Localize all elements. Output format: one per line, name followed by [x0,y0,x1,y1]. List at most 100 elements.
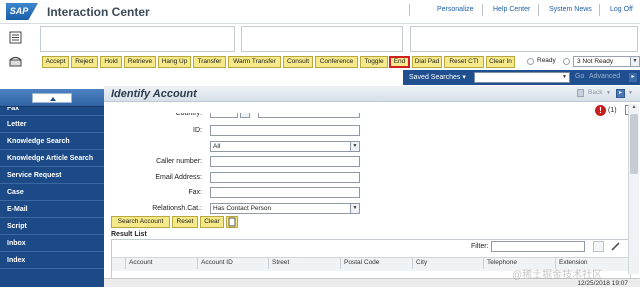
column-street[interactable]: Street [268,257,340,269]
header-bar: SAP Interaction Center Personalize Help … [0,0,640,24]
id-input[interactable] [210,125,360,136]
email-input[interactable] [210,172,360,183]
chevron-down-icon: ▼ [560,73,569,82]
end-button[interactable]: End [389,56,410,68]
nav-item-letter[interactable]: Letter [0,117,104,133]
id-label: ID: [193,127,202,134]
column-account[interactable]: Account [125,257,197,269]
result-list-title: Result List [111,231,147,238]
relationship-label: Relationsh.Cat.: [152,205,202,212]
nav-item-index[interactable]: Index [0,253,104,269]
log-off-link[interactable]: Log Off [610,6,633,13]
forward-icon[interactable]: ▸ [616,89,625,98]
hang-up-button[interactable]: Hang Up [158,56,191,68]
left-navigation: Fax Letter Knowledge Search Knowledge Ar… [0,89,104,287]
country-help-icon[interactable] [240,113,250,118]
status-select-value: 3 Not Ready [577,58,614,65]
pencil-icon[interactable] [610,241,621,252]
nav-item-fax[interactable]: Fax [0,107,104,116]
nav-item-knowledge-article-search[interactable]: Knowledge Article Search [0,151,104,167]
nav-item-email[interactable]: E-Mail [0,202,104,218]
nav-collapse-bar [0,89,104,107]
interaction-info-box [241,26,403,52]
ready-label: Ready [537,57,556,64]
saved-searches-bar: Saved Searches ▾ ▼ Go Advanced ▸ [403,70,640,85]
reset-cti-button[interactable]: Reset CTI [444,56,484,68]
caret-down-icon: ▼ [628,90,633,96]
table-settings-icon[interactable] [593,241,604,252]
transfer-button[interactable]: Transfer [193,56,226,68]
chevron-down-icon: ▼ [350,142,359,151]
fax-input[interactable] [210,187,360,198]
ready-radio[interactable] [527,58,534,65]
not-ready-radio[interactable] [563,58,570,65]
collapse-nav-button[interactable] [32,93,72,103]
caller-number-label: Caller number: [156,158,202,165]
document-icon [228,217,236,227]
email-label: Email Address: [155,174,202,181]
chevron-down-icon: ▼ [630,57,639,66]
system-news-link[interactable]: System News [549,6,592,13]
sap-logo: SAP [6,3,38,20]
filter-input[interactable] [491,241,585,252]
hold-button[interactable]: Hold [100,56,122,68]
conference-button[interactable]: Conference [315,56,358,68]
nav-item-inbox[interactable]: Inbox [0,236,104,252]
vertical-scrollbar[interactable]: ▲ [628,104,639,274]
country-label: Country: [175,113,202,117]
watermark: @稀土掘金技术社区 [512,270,603,281]
reject-button[interactable]: Reject [71,56,98,68]
back-button[interactable]: Back [588,89,602,96]
nav-item-knowledge-search[interactable]: Knowledge Search [0,134,104,150]
interaction-info-box [410,26,638,52]
column-postal-code[interactable]: Postal Code [340,257,412,269]
dial-pad-button[interactable]: Dial Pad [412,56,442,68]
search-account-button[interactable]: Search Account [111,216,170,228]
caret-down-icon: ▾ [462,74,466,81]
column-account-id[interactable]: Account ID [197,257,268,269]
advanced-link[interactable]: Advanced [589,73,620,80]
scroll-up-icon[interactable]: ▲ [630,104,638,112]
relationship-value: Has Contact Person [213,205,272,212]
scrollbar-thumb[interactable] [630,114,638,174]
retrieve-button[interactable]: Retrieve [124,56,156,68]
chevron-down-icon: ▼ [350,204,359,213]
phone-icon[interactable] [9,56,22,67]
relationship-select[interactable]: Has Contact Person ▼ [210,203,360,214]
filter-label: Filter: [471,243,489,250]
help-center-link[interactable]: Help Center [493,6,530,13]
warm-transfer-button[interactable]: Warm Transfer [228,56,281,68]
saved-searches-menu[interactable]: Saved Searches ▾ [409,73,466,81]
go-button[interactable]: Go [575,73,584,80]
column-city[interactable]: City [412,257,483,269]
header-divider [538,4,539,16]
nav-item-script[interactable]: Script [0,219,104,235]
app-title: Interaction Center [47,5,150,19]
header-divider [599,4,600,16]
scroll-right-icon[interactable]: ▸ [629,73,637,82]
caller-number-input[interactable] [210,156,360,167]
clear-in-button[interactable]: Clear In [486,56,515,68]
caret-down-icon: ▼ [606,90,611,96]
consult-button[interactable]: Consult [283,56,313,68]
page-title-bar: Identify Account Back ▼ ▸ ▼ [104,86,640,102]
toggle-button[interactable]: Toggle [360,56,388,68]
new-document-icon[interactable] [226,216,238,228]
accept-button[interactable]: Accept [42,56,69,68]
clear-button[interactable]: Clear [200,216,224,228]
personalize-link[interactable]: Personalize [437,6,474,13]
id-type-select[interactable]: All ▼ [210,141,360,152]
id-type-value: All [213,143,221,150]
country-code-input[interactable] [210,113,238,118]
nav-item-case[interactable]: Case [0,185,104,201]
reset-button[interactable]: Reset [172,216,198,228]
saved-searches-input[interactable]: ▼ [474,72,570,83]
page-title: Identify Account [111,88,197,100]
status-select[interactable]: 3 Not Ready ▼ [573,56,640,67]
notes-icon[interactable] [9,31,22,44]
nav-item-service-request[interactable]: Service Request [0,168,104,184]
back-icon[interactable] [577,89,584,97]
error-icon[interactable]: ! [595,105,606,116]
message-count: (1) [608,107,617,114]
country-name-input[interactable] [258,113,360,118]
